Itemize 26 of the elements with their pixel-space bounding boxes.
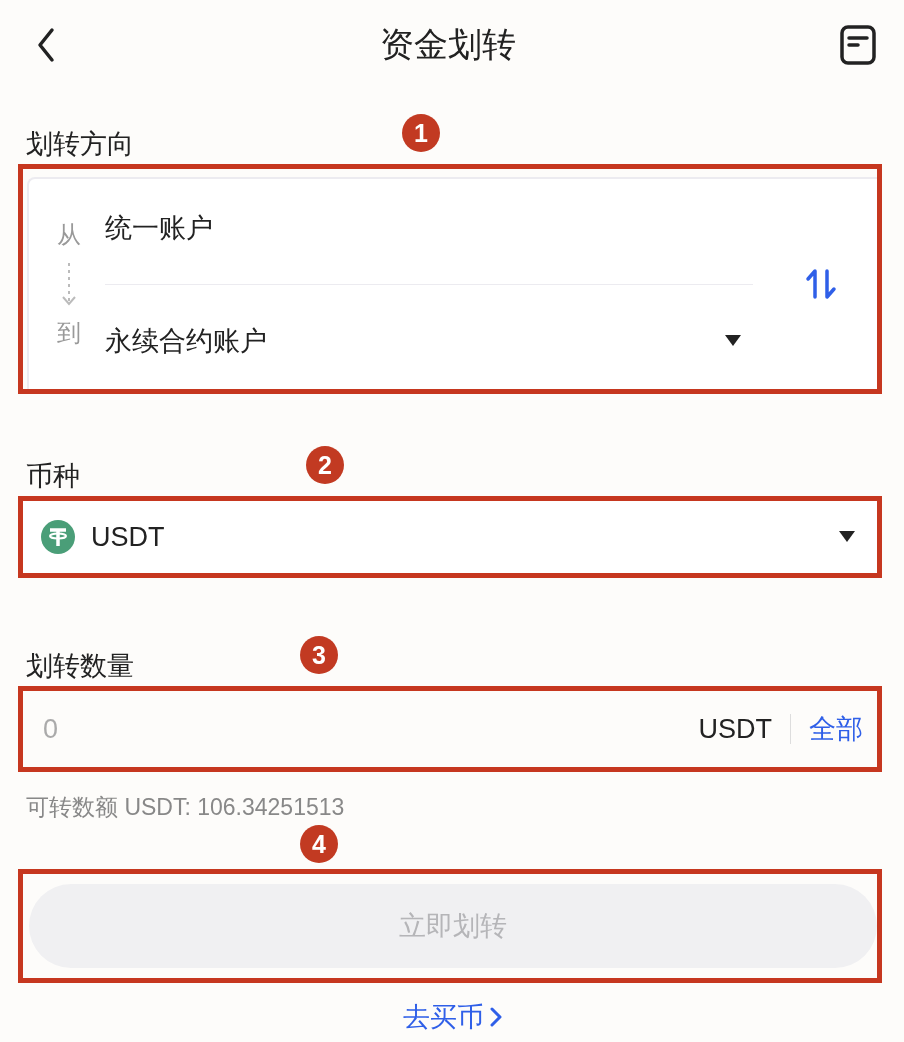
section-label: 划转方向 — [26, 128, 134, 160]
max-link[interactable]: 全部 — [809, 711, 863, 747]
unit-label: USDT — [698, 713, 772, 745]
section-label: 币种 — [26, 460, 80, 492]
annotation-badge: 2 — [306, 446, 344, 484]
to-account-select[interactable]: 永续合约账户 — [105, 322, 753, 359]
back-icon[interactable] — [36, 27, 56, 63]
amount-field[interactable]: 0 USDT 全部 — [23, 691, 877, 767]
coin-select[interactable]: USDT — [23, 501, 877, 573]
to-label: 到 — [57, 318, 81, 348]
swap-icon[interactable] — [805, 267, 837, 301]
caret-icon[interactable] — [725, 334, 741, 347]
buy-coin-link[interactable]: 去买币 — [402, 999, 502, 1035]
from-account: 统一账户 — [105, 211, 214, 245]
section-label: 划转数量 — [26, 650, 134, 682]
from-label: 从 — [57, 220, 81, 250]
coin-icon[interactable] — [41, 520, 75, 554]
caret-icon[interactable] — [839, 531, 855, 543]
annotation-badge: 3 — [300, 636, 338, 674]
record-icon[interactable] — [840, 25, 876, 65]
page-title: 资金划转 — [380, 24, 516, 65]
annotation-badge: 1 — [402, 114, 440, 152]
dotted-arrow-icon[interactable] — [61, 261, 77, 307]
chevron-icon[interactable] — [489, 1007, 502, 1027]
annotation-badge: 4 — [300, 825, 338, 863]
available-balance: 可转数额 USDT: 106.34251513 — [25, 793, 346, 822]
